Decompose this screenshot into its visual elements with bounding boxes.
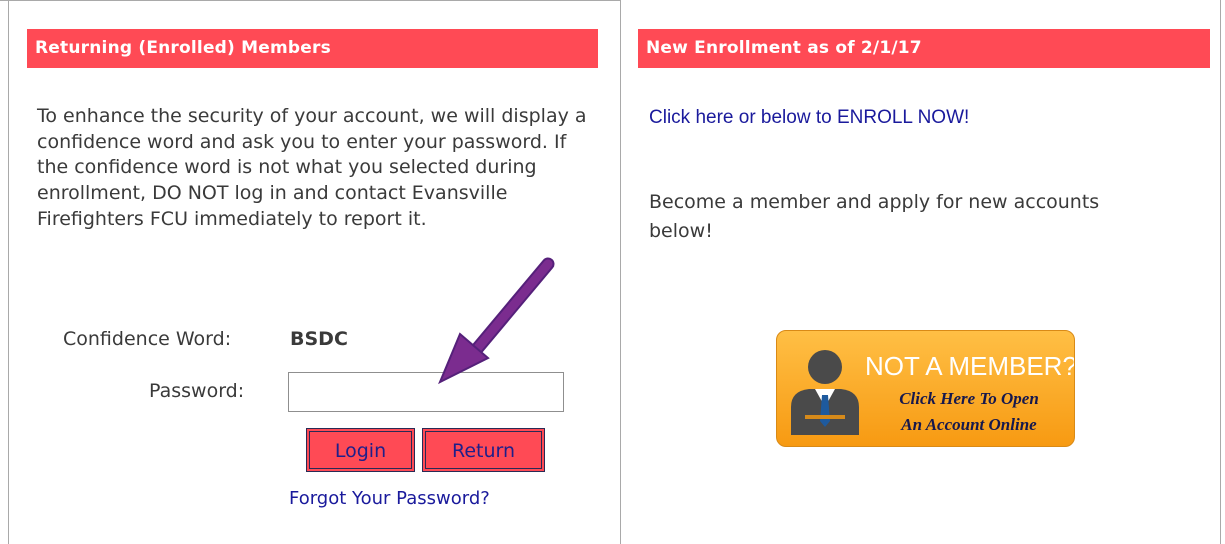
panel-divider <box>620 0 621 544</box>
login-button[interactable]: Login <box>306 428 415 472</box>
password-label: Password: <box>149 380 245 402</box>
return-button[interactable]: Return <box>422 428 545 472</box>
confidence-word-label: Confidence Word: <box>63 328 232 350</box>
new-enrollment-header: New Enrollment as of 2/1/17 <box>638 29 1210 68</box>
open-account-banner[interactable]: NOT A MEMBER? Click Here To Open An Acco… <box>776 330 1075 447</box>
enroll-now-link[interactable]: Click here or below to ENROLL NOW! <box>649 107 969 129</box>
top-border <box>0 0 621 1</box>
become-member-text: Become a member and apply for new accoun… <box>649 191 1100 242</box>
person-icon <box>791 350 859 435</box>
annotation-arrow-icon <box>438 257 555 385</box>
right-border <box>1220 0 1221 544</box>
forgot-password-link[interactable]: Forgot Your Password? <box>289 488 490 509</box>
open-account-line1: Click Here To Open <box>899 389 1039 408</box>
open-account-line2: An Account Online <box>901 415 1037 434</box>
left-border <box>8 0 9 544</box>
security-notice: To enhance the security of your account,… <box>37 105 587 230</box>
not-a-member-title: NOT A MEMBER? <box>865 351 1075 381</box>
returning-members-header: Returning (Enrolled) Members <box>27 29 598 68</box>
confidence-word-value: BSDC <box>290 328 348 350</box>
